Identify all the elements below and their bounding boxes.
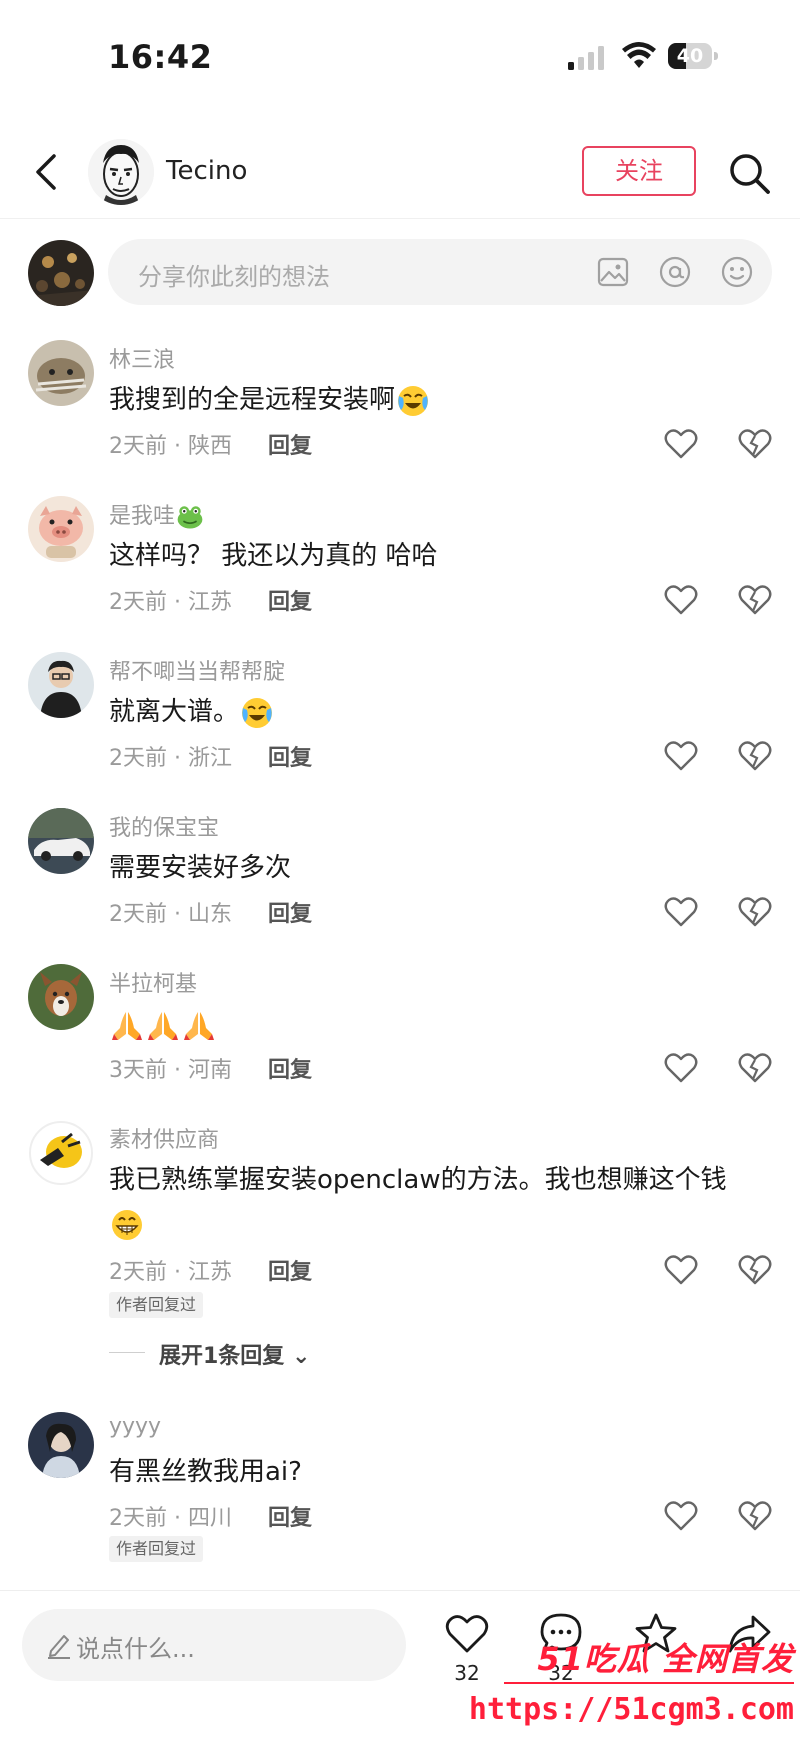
like-icon[interactable] bbox=[664, 1052, 698, 1084]
wifi-icon bbox=[622, 42, 656, 68]
follow-button[interactable]: 关注 bbox=[582, 146, 696, 196]
commenter-avatar[interactable] bbox=[28, 1120, 94, 1186]
battery-indicator: 40 bbox=[668, 43, 718, 69]
grin-emoji-icon bbox=[112, 1209, 142, 1240]
commenter-avatar[interactable] bbox=[28, 652, 94, 718]
comment-text bbox=[109, 1002, 749, 1046]
pray-emoji-icon bbox=[184, 1011, 214, 1040]
status-bar: 16:42 40 bbox=[0, 0, 800, 110]
comment-meta: 3天前 · 河南 bbox=[109, 1058, 232, 1083]
commenter-name[interactable]: yyyy bbox=[109, 1414, 161, 1439]
comment-text: 有黑丝教我用ai? bbox=[109, 1457, 302, 1487]
reply-input-placeholder: 说点什么... bbox=[76, 1635, 195, 1663]
reply-button[interactable]: 回复 bbox=[268, 896, 312, 928]
expand-replies-button[interactable]: 展开1条回复 ⌄ bbox=[159, 1338, 310, 1370]
comment-meta: 2天前 · 浙江 bbox=[109, 746, 232, 771]
expand-divider bbox=[109, 1352, 145, 1353]
comment-text: 我搜到的全是远程安装啊 bbox=[109, 378, 749, 422]
cellular-signal-icon bbox=[568, 46, 604, 70]
commenter-name[interactable]: 我的保宝宝 bbox=[109, 810, 219, 842]
comment-meta: 2天前 · 四川 bbox=[109, 1506, 232, 1531]
pray-emoji-icon bbox=[112, 1011, 142, 1040]
commenter-avatar[interactable] bbox=[28, 1412, 94, 1478]
profile-avatar[interactable] bbox=[88, 139, 154, 205]
dislike-icon[interactable] bbox=[738, 896, 772, 928]
like-icon[interactable] bbox=[664, 428, 698, 460]
watermark: 51吃瓜 全网首发 https://51cgm3.com bbox=[469, 1634, 800, 1739]
battery-percent: 40 bbox=[676, 45, 704, 67]
mention-icon[interactable] bbox=[658, 255, 692, 289]
pencil-icon bbox=[48, 1635, 70, 1659]
image-icon[interactable] bbox=[596, 255, 630, 289]
dislike-icon[interactable] bbox=[738, 740, 772, 772]
commenter-name[interactable]: 素材供应商 bbox=[109, 1122, 219, 1154]
reply-button[interactable]: 回复 bbox=[268, 1052, 312, 1084]
profile-name[interactable]: Tecino bbox=[166, 156, 247, 186]
like-icon[interactable] bbox=[664, 896, 698, 928]
comment-input-placeholder: 分享你此刻的想法 bbox=[138, 263, 330, 291]
reply-button[interactable]: 回复 bbox=[268, 740, 312, 772]
watermark-underline bbox=[504, 1682, 794, 1684]
author-replied-badge: 作者回复过 bbox=[109, 1536, 204, 1562]
cry-laugh-emoji-icon bbox=[242, 697, 273, 728]
reply-button[interactable]: 回复 bbox=[268, 428, 312, 460]
like-icon[interactable] bbox=[664, 1254, 698, 1286]
reply-input[interactable]: 说点什么... bbox=[22, 1609, 406, 1681]
commenter-avatar[interactable] bbox=[28, 496, 94, 562]
pray-emoji-icon bbox=[148, 1011, 178, 1040]
reply-button[interactable]: 回复 bbox=[268, 584, 312, 616]
dislike-icon[interactable] bbox=[738, 1052, 772, 1084]
emoji-icon[interactable] bbox=[720, 255, 754, 289]
dislike-icon[interactable] bbox=[738, 1500, 772, 1532]
my-avatar bbox=[28, 240, 94, 306]
like-icon[interactable] bbox=[444, 1611, 490, 1657]
comment-meta: 2天前 · 山东 bbox=[109, 902, 232, 927]
like-icon[interactable] bbox=[664, 584, 698, 616]
like-icon[interactable] bbox=[664, 740, 698, 772]
chevron-down-icon: ⌄ bbox=[291, 1344, 311, 1369]
back-icon[interactable] bbox=[28, 150, 64, 194]
commenter-avatar[interactable] bbox=[28, 964, 94, 1030]
frog-emoji-icon bbox=[177, 506, 203, 529]
comment-text: 我已熟练掌握安装openclaw的方法。我也想赚这个钱 bbox=[109, 1158, 749, 1246]
commenter-name[interactable]: 半拉柯基 bbox=[109, 966, 197, 998]
commenter-name[interactable]: 林三浪 bbox=[109, 342, 175, 374]
dislike-icon[interactable] bbox=[738, 584, 772, 616]
reply-button[interactable]: 回复 bbox=[268, 1500, 312, 1532]
comment-text: 需要安装好多次 bbox=[109, 853, 292, 883]
comment-meta: 2天前 · 陕西 bbox=[109, 434, 232, 459]
comment-composer: 分享你此刻的想法 bbox=[0, 236, 800, 316]
commenter-name[interactable]: 帮不唧当当帮帮腚 bbox=[109, 654, 285, 686]
header: Tecino 关注 bbox=[0, 126, 800, 219]
dislike-icon[interactable] bbox=[738, 428, 772, 460]
like-count: 32 bbox=[454, 1661, 480, 1685]
comment-input[interactable]: 分享你此刻的想法 bbox=[108, 239, 772, 305]
commenter-name[interactable]: 是我哇 bbox=[109, 498, 205, 531]
commenter-avatar[interactable] bbox=[28, 808, 94, 874]
watermark-url: https://51cgm3.com bbox=[468, 1692, 794, 1727]
author-replied-badge: 作者回复过 bbox=[109, 1292, 204, 1318]
comment-meta: 2天前 · 江苏 bbox=[109, 590, 232, 615]
comment-meta: 2天前 · 江苏 bbox=[109, 1260, 232, 1285]
dislike-icon[interactable] bbox=[738, 1254, 772, 1286]
watermark-title: 51吃瓜 全网首发 bbox=[537, 1640, 794, 1678]
reply-button[interactable]: 回复 bbox=[268, 1254, 312, 1286]
cry-laugh-emoji-icon bbox=[398, 385, 429, 416]
commenter-avatar[interactable] bbox=[28, 340, 94, 406]
like-icon[interactable] bbox=[664, 1500, 698, 1532]
status-time: 16:42 bbox=[108, 38, 213, 76]
search-icon[interactable] bbox=[726, 150, 772, 196]
comment-text: 这样吗？ 我还以为真的 哈哈 bbox=[109, 541, 438, 571]
comment-text: 就离大谱。 bbox=[109, 690, 749, 734]
